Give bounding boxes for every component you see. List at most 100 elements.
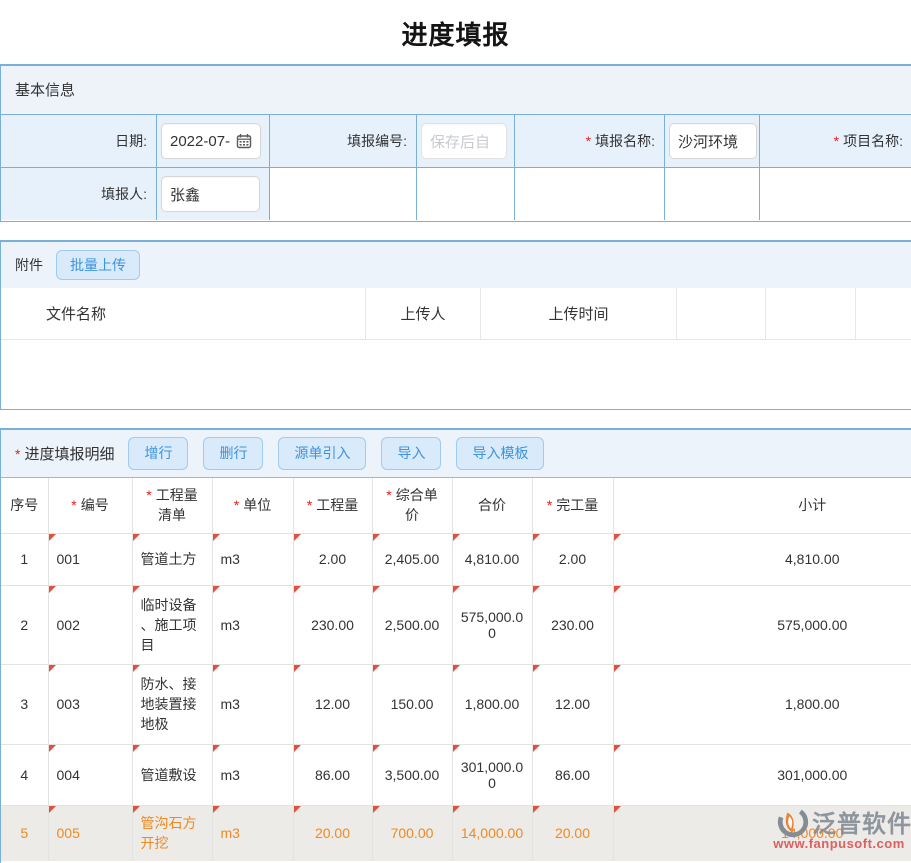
attachment-col-empty (677, 288, 766, 339)
import-button[interactable]: 导入 (381, 437, 441, 470)
cell-total_price[interactable]: 4,810.00 (452, 533, 532, 585)
cell-item[interactable]: 防水、接地装置接地极 (132, 664, 212, 744)
required-asterisk: * (307, 497, 312, 513)
cell-unit[interactable]: m3 (212, 664, 293, 744)
report-name-cell: 沙河环境 (664, 115, 759, 167)
cell-unit_price[interactable]: 150.00 (372, 664, 452, 744)
cell-item[interactable]: 管沟石方开挖 (132, 805, 212, 861)
details-col-total_price: 合价 (452, 478, 532, 533)
cell-value: 700.00 (391, 825, 434, 841)
cell-completed[interactable]: 230.00 (532, 585, 613, 664)
report-no-input[interactable]: 保存后自 (421, 123, 507, 159)
details-col-label: 序号 (10, 497, 38, 513)
cell-value: 2.00 (319, 551, 346, 567)
cell-value: 12.00 (555, 696, 590, 712)
edited-corner-mark (614, 586, 621, 593)
report-no-cell: 保存后自 (416, 115, 514, 167)
cell-value: 150.00 (391, 696, 434, 712)
cell-total_price[interactable]: 1,800.00 (452, 664, 532, 744)
cell-code[interactable]: 001 (48, 533, 132, 585)
date-cell: 2022-07- (156, 115, 269, 167)
edited-corner-mark (49, 665, 56, 672)
watermark-brand: 泛普软件 (812, 804, 911, 839)
cell-value: 003 (57, 696, 80, 712)
delete-row-button[interactable]: 删行 (203, 437, 263, 470)
cell-quantity[interactable]: 86.00 (293, 744, 372, 805)
cell-completed[interactable]: 2.00 (532, 533, 613, 585)
cell-code[interactable]: 004 (48, 744, 132, 805)
cell-code[interactable]: 002 (48, 585, 132, 664)
empty-cell (759, 167, 911, 220)
batch-upload-button[interactable]: 批量上传 (56, 250, 140, 281)
cell-value: 005 (57, 825, 80, 841)
cell-unit[interactable]: m3 (212, 533, 293, 585)
cell-value: 管道敷设 (141, 767, 197, 783)
edited-corner-mark (614, 534, 621, 541)
cell-quantity[interactable]: 12.00 (293, 664, 372, 744)
edited-corner-mark (373, 534, 380, 541)
date-label-text: 日期: (115, 131, 147, 151)
edited-corner-mark (49, 806, 56, 813)
cell-unit_price[interactable]: 2,405.00 (372, 533, 452, 585)
cell-quantity[interactable]: 20.00 (293, 805, 372, 861)
cell-value: 20.00 (555, 825, 590, 841)
cell-value: 1,800.00 (465, 696, 520, 712)
add-row-button[interactable]: 增行 (128, 437, 188, 470)
cell-code[interactable]: 005 (48, 805, 132, 861)
cell-subtotal[interactable]: 1,800.00 (613, 664, 911, 744)
cell-item[interactable]: 管道敷设 (132, 744, 212, 805)
cell-total_price[interactable]: 301,000.00 (452, 744, 532, 805)
cell-value: m3 (221, 767, 240, 783)
edited-corner-mark (373, 665, 380, 672)
cell-total_price[interactable]: 14,000.00 (452, 805, 532, 861)
cell-unit_price[interactable]: 2,500.00 (372, 585, 452, 664)
cell-value: 86.00 (315, 767, 350, 783)
reporter-input[interactable]: 张鑫 (161, 176, 260, 212)
cell-unit[interactable]: m3 (212, 744, 293, 805)
fanpu-logo-icon (776, 805, 810, 839)
cell-total_price[interactable]: 575,000.00 (452, 585, 532, 664)
cell-unit_price[interactable]: 700.00 (372, 805, 452, 861)
cell-value: 管沟石方开挖 (141, 815, 197, 851)
cell-subtotal[interactable]: 4,810.00 (613, 533, 911, 585)
edited-corner-mark (133, 586, 140, 593)
edited-corner-mark (294, 534, 301, 541)
cell-completed[interactable]: 20.00 (532, 805, 613, 861)
date-input[interactable]: 2022-07- (161, 123, 261, 159)
cell-value: 2,405.00 (385, 551, 440, 567)
cell-subtotal[interactable]: 575,000.00 (613, 585, 911, 664)
details-table-head: 序号*编号*工程量清单*单位*工程量*综合单价合价*完工量小计 (1, 478, 911, 533)
cell-subtotal[interactable]: 301,000.00 (613, 744, 911, 805)
edited-corner-mark (213, 665, 220, 672)
cell-code[interactable]: 003 (48, 664, 132, 744)
details-title: *进度填报明细 (15, 443, 114, 464)
cell-quantity[interactable]: 2.00 (293, 533, 372, 585)
cell-item[interactable]: 管道土方 (132, 533, 212, 585)
report-name-input[interactable]: 沙河环境 (669, 123, 757, 159)
cell-value: 1,800.00 (785, 696, 840, 712)
attachment-col-uploadtime: 上传时间 (481, 288, 677, 339)
cell-completed[interactable]: 86.00 (532, 744, 613, 805)
edited-corner-mark (294, 665, 301, 672)
cell-value: 86.00 (555, 767, 590, 783)
watermark-url: www.fanpusoft.com (766, 836, 911, 851)
edited-corner-mark (533, 665, 540, 672)
page-title: 进度填报 (0, 15, 911, 52)
cell-unit_price[interactable]: 3,500.00 (372, 744, 452, 805)
reporter-label-text: 填报人: (101, 184, 147, 204)
cell-completed[interactable]: 12.00 (532, 664, 613, 744)
report-no-label: 填报编号: (269, 115, 416, 167)
details-col-label: 合价 (478, 497, 506, 513)
cell-value: m3 (221, 696, 240, 712)
required-asterisk: * (547, 497, 552, 513)
cell-seq: 5 (1, 805, 48, 861)
cell-unit[interactable]: m3 (212, 805, 293, 861)
details-row: 2002临时设备、施工项目m3230.002,500.00575,000.002… (1, 585, 911, 664)
import-template-button[interactable]: 导入模板 (456, 437, 544, 470)
cell-quantity[interactable]: 230.00 (293, 585, 372, 664)
import-source-button[interactable]: 源单引入 (278, 437, 366, 470)
cell-item[interactable]: 临时设备、施工项目 (132, 585, 212, 664)
calendar-icon[interactable] (236, 133, 252, 149)
report-name-label-text: 填报名称: (595, 131, 655, 151)
cell-unit[interactable]: m3 (212, 585, 293, 664)
